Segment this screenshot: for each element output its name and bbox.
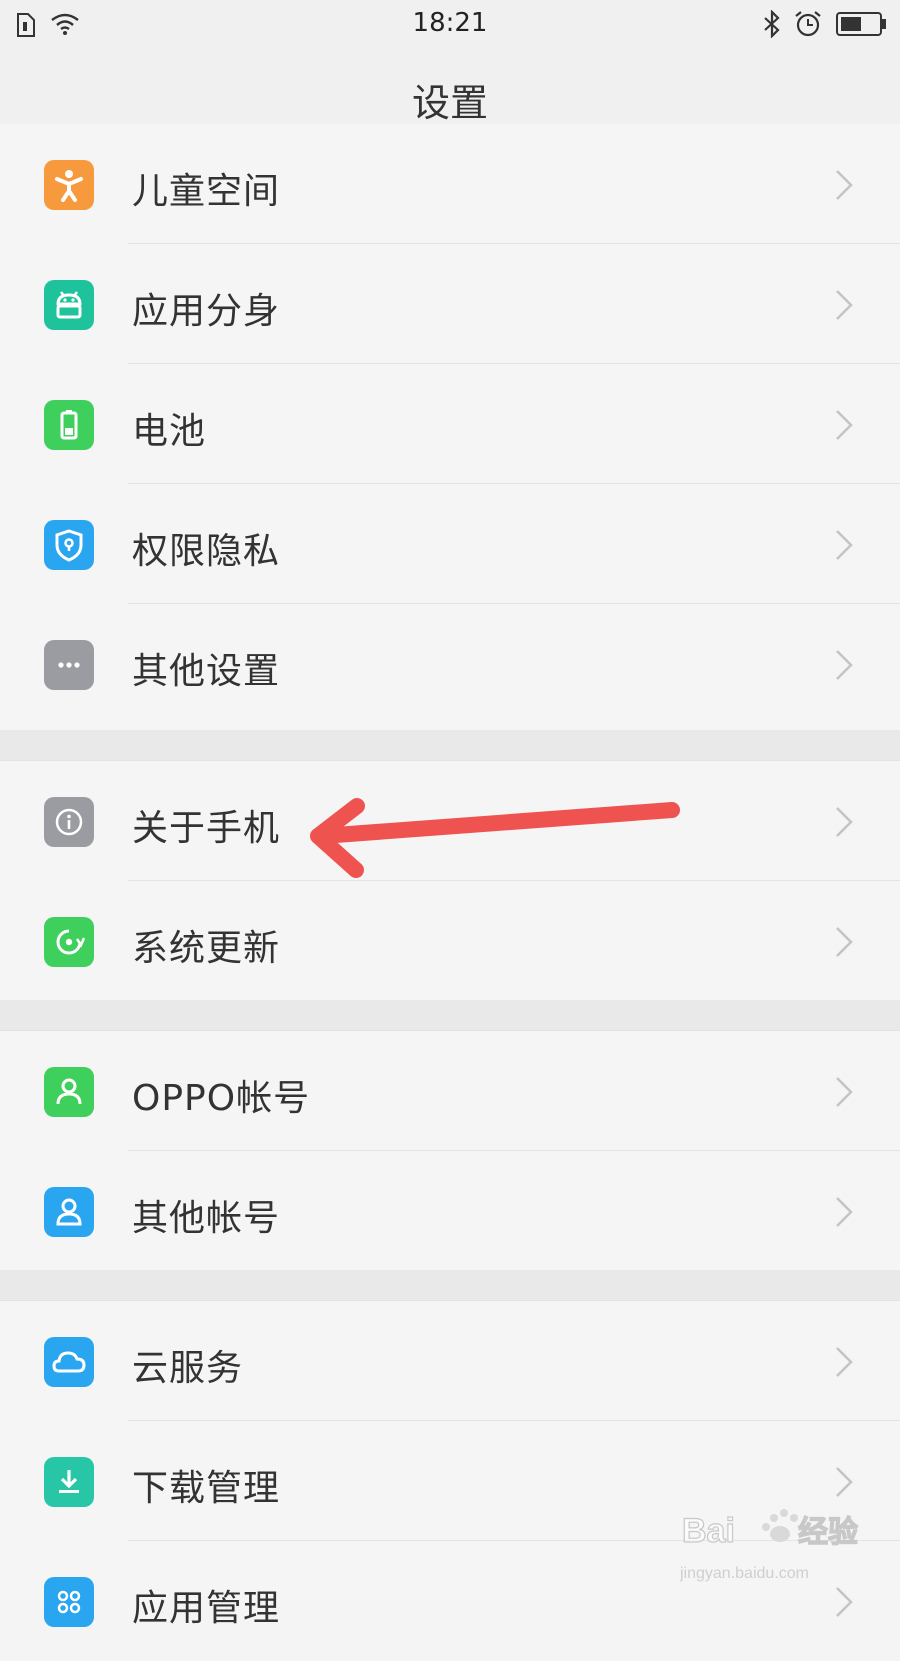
settings-item-label: 关于手机 [132,808,281,849]
chevron-right-icon [834,1345,854,1383]
apps-icon [44,1577,94,1627]
more-icon [44,640,94,690]
svg-text:Bai: Bai [682,1512,735,1550]
watermark-logo: Bai 经验 jingyan.baidu.com [679,1500,870,1590]
settings-item-label: 系统更新 [132,928,281,969]
chevron-right-icon [834,168,854,206]
alarm-icon [794,10,822,42]
settings-item-label: OPPO帐号 [132,1078,311,1119]
chevron-right-icon [834,288,854,326]
settings-item-label: 儿童空间 [132,171,281,212]
settings-item-label: 下载管理 [132,1468,281,1509]
settings-item-label: 应用分身 [132,291,281,332]
settings-item-cloud-service[interactable]: 云服务 [0,1301,900,1421]
chevron-right-icon [834,925,854,963]
chevron-right-icon [834,1465,854,1503]
chevron-right-icon [834,1195,854,1233]
settings-item-app-clone[interactable]: 应用分身 [0,244,900,364]
cloud-icon [44,1337,94,1387]
chevron-right-icon [834,648,854,686]
settings-item-privacy[interactable]: 权限隐私 [0,484,900,604]
battery-icon [44,400,94,450]
watermark-url: jingyan.baidu.com [680,1565,809,1582]
battery-icon [836,12,888,40]
chevron-right-icon [834,528,854,566]
section-gap [0,1270,900,1300]
settings-item-other-settings[interactable]: 其他设置 [0,604,900,724]
settings-item-label: 权限隐私 [132,531,281,572]
section-gap [0,1000,900,1030]
page-title: 设置 [411,81,488,125]
account-icon [44,1187,94,1237]
bluetooth-icon [762,9,782,42]
settings-item-label: 云服务 [132,1348,244,1389]
settings-item-system-update[interactable]: 系统更新 [0,881,900,1001]
section-gap [0,730,900,760]
shield-icon [44,520,94,570]
child-icon [44,160,94,210]
settings-item-battery[interactable]: 电池 [0,364,900,484]
chevron-right-icon [834,1075,854,1113]
settings-item-label: 应用管理 [132,1588,281,1629]
settings-item-label: 其他帐号 [132,1198,281,1239]
settings-group-3: OPPO帐号 其他帐号 [0,1030,900,1271]
user-icon [44,1067,94,1117]
android-clone-icon [44,280,94,330]
status-bar: 18:21 [0,0,900,50]
settings-group-2: 关于手机 系统更新 [0,760,900,1001]
settings-item-label: 电池 [132,411,207,452]
chevron-right-icon [834,1585,854,1623]
chevron-right-icon [834,408,854,446]
info-icon [44,797,94,847]
download-icon [44,1457,94,1507]
settings-item-label: 其他设置 [132,651,281,692]
settings-item-oppo-account[interactable]: OPPO帐号 [0,1031,900,1151]
settings-item-other-accounts[interactable]: 其他帐号 [0,1151,900,1271]
settings-item-about-phone[interactable]: 关于手机 [0,761,900,881]
chevron-right-icon [834,805,854,843]
settings-item-kids-space[interactable]: 儿童空间 [0,124,900,244]
svg-text:经验: 经验 [798,1515,858,1549]
update-icon [44,917,94,967]
settings-group-1: 儿童空间 应用分身 电池 权限隐私 其他设置 [0,124,900,730]
